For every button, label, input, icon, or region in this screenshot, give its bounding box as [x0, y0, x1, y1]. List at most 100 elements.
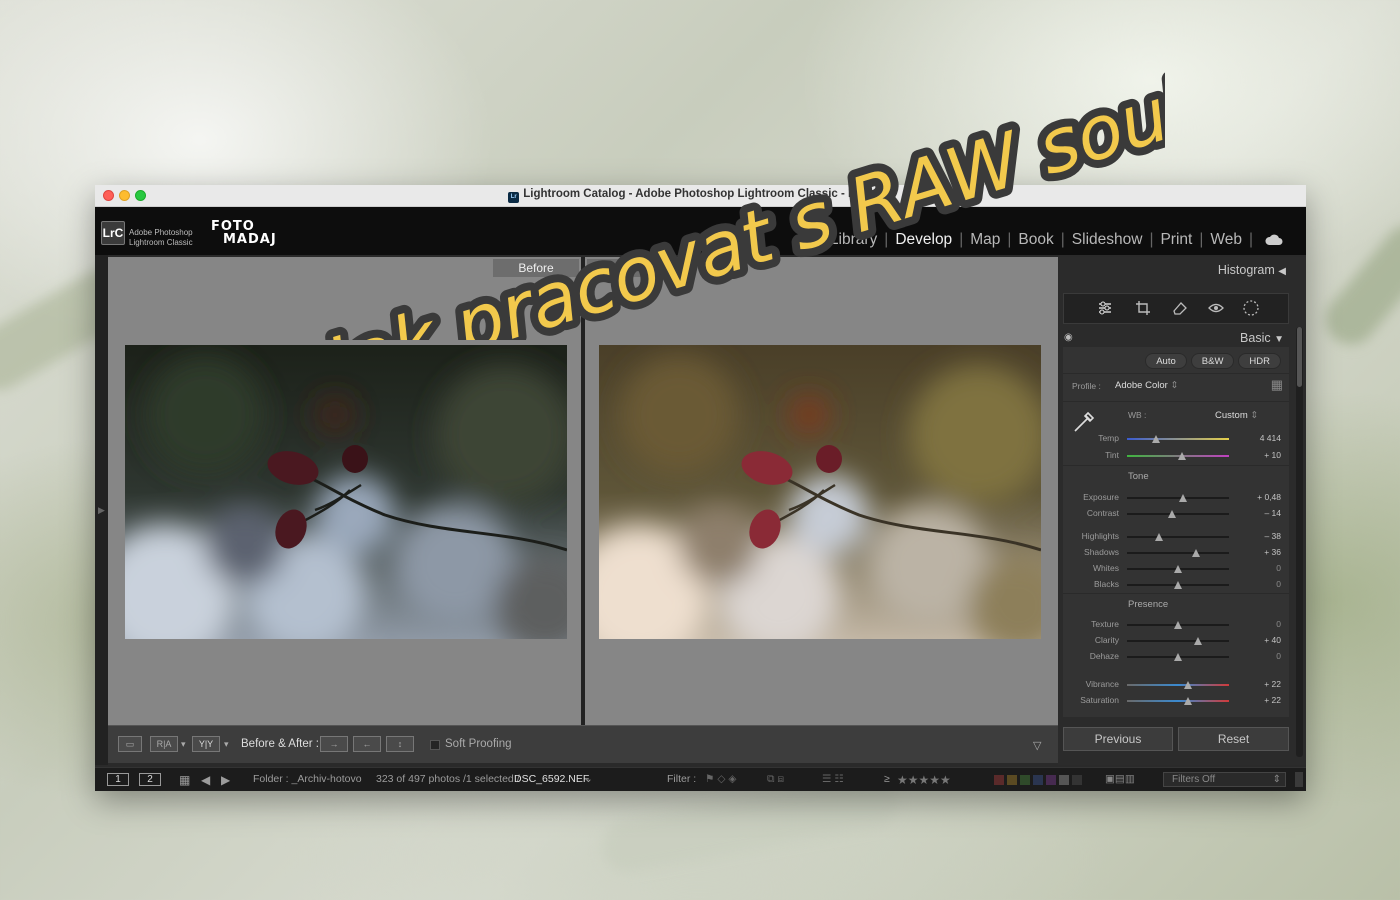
- module-slideshow[interactable]: Slideshow: [1068, 231, 1147, 249]
- slider-thumb-blacks[interactable]: [1174, 581, 1182, 589]
- slider-value-tint[interactable]: + 10: [1241, 450, 1281, 460]
- auto-button[interactable]: Auto: [1145, 353, 1187, 369]
- custom-label-filter[interactable]: [1059, 775, 1069, 785]
- module-book[interactable]: Book: [1014, 231, 1057, 249]
- collapse-histogram-icon[interactable]: ◀: [1278, 266, 1286, 277]
- before-after-yy-button[interactable]: Y|Y: [192, 736, 220, 752]
- main-screen-button[interactable]: 1: [107, 773, 129, 786]
- forward-arrow-icon[interactable]: ▶: [221, 773, 230, 787]
- wb-eyedropper-icon[interactable]: [1071, 409, 1097, 435]
- cloud-sync-icon[interactable]: [1264, 233, 1284, 247]
- collapse-basic-icon[interactable]: ▼: [1274, 334, 1284, 345]
- slider-value-texture[interactable]: 0: [1241, 619, 1281, 629]
- slider-thumb-contrast[interactable]: [1167, 510, 1176, 518]
- swap-before-after-button[interactable]: ↕: [386, 736, 414, 752]
- previous-button[interactable]: Previous: [1063, 727, 1173, 751]
- yellow-label-filter[interactable]: [1007, 775, 1017, 785]
- slider-thumb-clarity[interactable]: [1194, 637, 1203, 645]
- red-label-filter[interactable]: [994, 775, 1004, 785]
- no-label-filter[interactable]: [1072, 775, 1082, 785]
- toolbar-menu-icon[interactable]: ▽: [1033, 739, 1041, 752]
- slider-value-blacks[interactable]: 0: [1241, 579, 1281, 589]
- bw-button[interactable]: B&W: [1190, 353, 1235, 369]
- slider-value-shadows[interactable]: + 36: [1241, 547, 1281, 557]
- slider-vibrance[interactable]: [1127, 684, 1229, 686]
- before-photo[interactable]: [125, 345, 567, 639]
- slider-exposure[interactable]: [1127, 497, 1229, 499]
- purple-label-filter[interactable]: [1046, 775, 1056, 785]
- histogram-header[interactable]: Histogram ◀: [1218, 263, 1286, 277]
- edit-sliders-icon[interactable]: [1096, 299, 1114, 317]
- scrollbar-thumb[interactable]: [1297, 327, 1302, 387]
- loupe-view-button[interactable]: ▭: [118, 736, 142, 752]
- slider-value-clarity[interactable]: + 40: [1241, 635, 1281, 645]
- copy-after-to-before-button[interactable]: ←: [353, 736, 381, 752]
- slider-thumb-vibrance[interactable]: [1184, 681, 1193, 689]
- slider-clarity[interactable]: [1127, 640, 1229, 642]
- yy-dropdown-icon[interactable]: ▾: [224, 739, 229, 750]
- ra-dropdown-icon[interactable]: ▾: [181, 739, 186, 750]
- slider-highlights[interactable]: [1127, 536, 1229, 538]
- module-develop[interactable]: Develop: [891, 231, 956, 249]
- star-rating-filter[interactable]: ★★★★★: [897, 773, 951, 787]
- filters-off-select[interactable]: Filters Off ⇕: [1163, 772, 1286, 787]
- slider-temp[interactable]: [1127, 438, 1229, 440]
- filmstrip-toggle[interactable]: [1295, 772, 1303, 787]
- slider-value-exposure[interactable]: + 0,48: [1241, 492, 1281, 502]
- selected-filename[interactable]: DSC_6592.NEF: [514, 773, 589, 785]
- slider-thumb-exposure[interactable]: [1179, 494, 1188, 502]
- expand-left-panel-icon[interactable]: ▶: [98, 505, 105, 516]
- copy-filter-icons[interactable]: ⧉ ⧈: [767, 773, 784, 786]
- second-screen-button[interactable]: 2: [139, 773, 161, 786]
- slider-thumb-shadows[interactable]: [1192, 549, 1201, 557]
- flag-filter-icons[interactable]: ⚑ ◇ ◈: [705, 773, 736, 785]
- folder-source[interactable]: Folder : _Archiv-hotovo: [253, 773, 362, 785]
- slider-contrast[interactable]: [1127, 513, 1229, 515]
- before-after-ra-button[interactable]: R|A: [150, 736, 178, 752]
- slider-value-dehaze[interactable]: 0: [1241, 651, 1281, 661]
- slider-thumb-texture[interactable]: [1174, 621, 1182, 629]
- slider-value-vibrance[interactable]: + 22: [1241, 679, 1281, 689]
- copy-before-to-after-button[interactable]: →: [320, 736, 348, 752]
- module-library[interactable]: Library: [826, 231, 881, 249]
- slider-thumb-tint[interactable]: [1178, 452, 1187, 460]
- edit-filter-icons[interactable]: ☰ ☷: [822, 773, 844, 785]
- slider-value-temp[interactable]: 4 414: [1241, 433, 1281, 443]
- red-eye-icon[interactable]: [1207, 299, 1225, 317]
- module-print[interactable]: Print: [1156, 231, 1196, 249]
- slider-value-saturation[interactable]: + 22: [1241, 695, 1281, 705]
- slider-value-contrast[interactable]: – 14: [1241, 508, 1281, 518]
- wb-select[interactable]: Custom ⇕: [1215, 410, 1258, 421]
- back-arrow-icon[interactable]: ◀: [201, 773, 210, 787]
- profile-browser-icon[interactable]: ▦: [1271, 377, 1283, 393]
- crop-icon[interactable]: [1134, 299, 1152, 317]
- soft-proofing-checkbox[interactable]: [430, 740, 440, 750]
- healing-eraser-icon[interactable]: [1171, 299, 1189, 317]
- profile-select[interactable]: Adobe Color ⇕: [1115, 380, 1178, 391]
- masking-icon[interactable]: [1242, 299, 1260, 317]
- basic-header[interactable]: Basic ▼: [1240, 331, 1284, 345]
- slider-saturation[interactable]: [1127, 700, 1229, 702]
- module-map[interactable]: Map: [966, 231, 1004, 249]
- slider-shadows[interactable]: [1127, 552, 1229, 554]
- panel-scrollbar[interactable]: [1296, 327, 1303, 757]
- slider-value-whites[interactable]: 0: [1241, 563, 1281, 573]
- hdr-button[interactable]: HDR: [1238, 353, 1281, 369]
- rating-operator[interactable]: ≥: [884, 773, 890, 785]
- slider-thumb-saturation[interactable]: [1184, 697, 1193, 705]
- filter-preset-icons[interactable]: ▣▤▥: [1105, 773, 1135, 785]
- after-photo[interactable]: [599, 345, 1041, 639]
- blue-label-filter[interactable]: [1033, 775, 1043, 785]
- slider-value-highlights[interactable]: – 38: [1241, 531, 1281, 541]
- slider-thumb-highlights[interactable]: [1154, 533, 1163, 541]
- green-label-filter[interactable]: [1020, 775, 1030, 785]
- reset-button[interactable]: Reset: [1178, 727, 1289, 751]
- left-panel-collapsed[interactable]: ▶: [95, 255, 108, 765]
- filename-dropdown-icon[interactable]: ⌄: [584, 773, 593, 785]
- slider-thumb-temp[interactable]: [1151, 435, 1160, 443]
- module-web[interactable]: Web: [1206, 231, 1246, 249]
- slider-thumb-whites[interactable]: [1174, 565, 1182, 573]
- grid-view-icon[interactable]: ▦: [179, 773, 190, 787]
- visibility-eye-icon[interactable]: ◉: [1064, 332, 1073, 343]
- slider-thumb-dehaze[interactable]: [1174, 653, 1182, 661]
